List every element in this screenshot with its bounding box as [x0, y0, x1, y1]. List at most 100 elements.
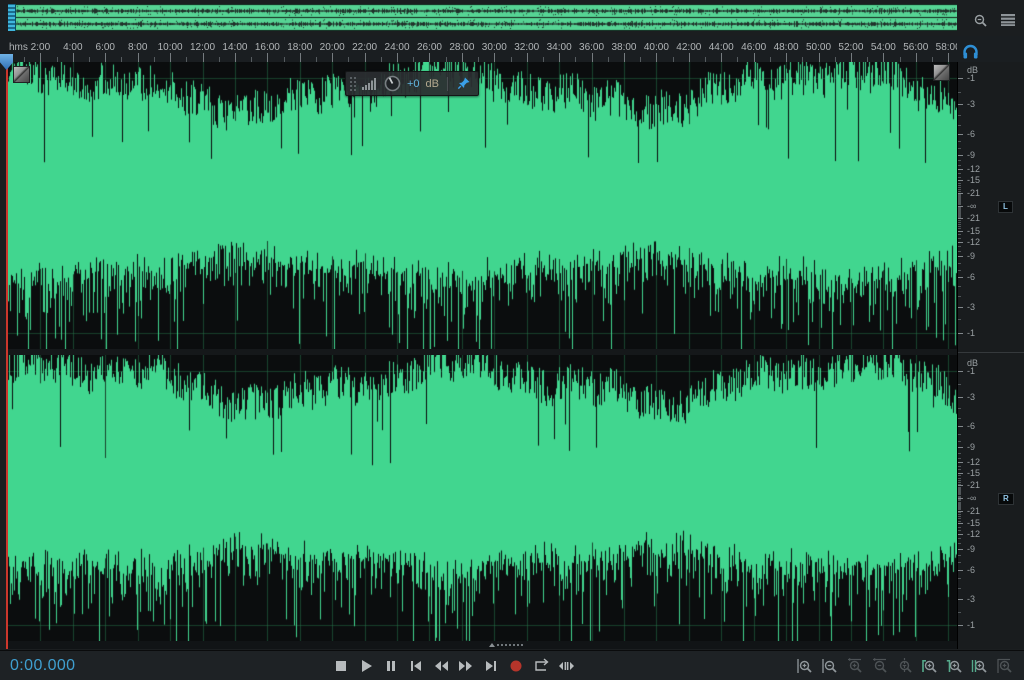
- zoom-in-at-in-point-button[interactable]: [921, 657, 941, 675]
- corner-handle-icon[interactable]: [13, 66, 30, 83]
- menu-icon[interactable]: [1000, 13, 1016, 27]
- scroll-strip[interactable]: [8, 641, 957, 649]
- time-display[interactable]: 0:00.000: [10, 657, 75, 675]
- overview-waveform[interactable]: [8, 4, 957, 31]
- db-tick-minor: [958, 504, 961, 505]
- db-tick-major: [958, 570, 963, 571]
- db-tick-minor: [958, 228, 961, 229]
- overview-panel[interactable]: [8, 4, 957, 31]
- db-scale-label: -9: [967, 442, 975, 452]
- db-tick-major: [958, 333, 963, 334]
- ruler-tick-major: [235, 53, 236, 62]
- ruler-tick-label: 30:00: [482, 42, 507, 53]
- ruler-tick-major: [138, 53, 139, 62]
- transport-controls: [330, 656, 576, 676]
- skip-back-icon: [407, 662, 425, 677]
- fast-forward-button[interactable]: [455, 656, 476, 676]
- zoom-in-time-button[interactable]: [846, 657, 866, 675]
- ruler-tick-label: 56:00: [903, 42, 928, 53]
- db-tick-minor: [958, 185, 961, 186]
- db-scale-label: -3: [967, 99, 975, 109]
- db-tick-minor: [958, 384, 961, 385]
- db-tick-major: [958, 307, 963, 308]
- scroll-arrow-icon[interactable]: [489, 643, 495, 647]
- rewind-icon: [432, 662, 450, 677]
- playhead-line[interactable]: [6, 62, 8, 649]
- db-scale-label: -15: [967, 226, 980, 236]
- db-tick-minor: [958, 521, 961, 522]
- zoom-out-time-button[interactable]: [871, 657, 891, 675]
- gain-knob-icon[interactable]: [384, 75, 401, 92]
- db-scale-label: -6: [967, 421, 975, 431]
- zoom-out-amplitude-button[interactable]: [821, 657, 841, 675]
- zoom-full-icon: [996, 662, 1016, 677]
- zoom-to-selection-button[interactable]: [971, 657, 991, 675]
- ruler-tick-label: 10:00: [158, 42, 183, 53]
- ruler-tick-label: 44:00: [709, 42, 734, 53]
- db-scale-label: -∞: [967, 201, 976, 211]
- db-tick-major: [958, 180, 963, 181]
- ruler-tick-label: 16:00: [255, 42, 280, 53]
- ruler-tick-major: [883, 53, 884, 62]
- headphones-icon[interactable]: [962, 44, 979, 59]
- ruler-tick-major: [494, 53, 495, 62]
- pause-icon: [382, 662, 400, 677]
- db-scale-label: -9: [967, 251, 975, 261]
- timeline-ruler[interactable]: hms 2:004:006:008:0010:0012:0014:0016:00…: [0, 36, 957, 62]
- db-tick-minor: [958, 499, 961, 500]
- zoom-full-button[interactable]: [996, 657, 1016, 675]
- ruler-tick-major: [527, 53, 528, 62]
- record-button[interactable]: [505, 656, 526, 676]
- volume-hud[interactable]: +0 dB: [345, 71, 479, 96]
- db-tick-minor: [958, 588, 961, 589]
- db-tick-minor: [958, 506, 961, 507]
- skip-forward-icon: [482, 662, 500, 677]
- db-scale-label: -9: [967, 544, 975, 554]
- hud-drag-handle[interactable]: [350, 77, 356, 91]
- move-playhead-to-next-button[interactable]: [480, 656, 501, 676]
- channel-badge-r[interactable]: R: [998, 493, 1014, 505]
- stop-button[interactable]: [330, 656, 351, 676]
- pause-button[interactable]: [380, 656, 401, 676]
- zoom-in-icon: [846, 662, 866, 677]
- zoom-in-amplitude-button[interactable]: [796, 657, 816, 675]
- waveform-right-channel[interactable]: [8, 355, 957, 641]
- db-tick-minor: [958, 508, 961, 509]
- zoom-in-at-out-point-button[interactable]: [946, 657, 966, 675]
- db-scale-label: -1: [967, 366, 975, 376]
- loop-icon: [532, 662, 550, 677]
- ruler-tick-label: 26:00: [417, 42, 442, 53]
- loop-playback-button[interactable]: [530, 656, 551, 676]
- overview-playhead-indicator[interactable]: [8, 4, 16, 31]
- stop-icon: [332, 662, 350, 677]
- rewind-button[interactable]: [430, 656, 451, 676]
- zoom-out-icon[interactable]: [971, 12, 991, 28]
- gain-value[interactable]: +0: [407, 78, 420, 90]
- drag-handle[interactable]: [497, 644, 523, 646]
- db-tick-minor: [958, 418, 961, 419]
- play-button[interactable]: [355, 656, 376, 676]
- skip-selection-button[interactable]: [555, 656, 576, 676]
- ruler-tick-label: 22:00: [352, 42, 377, 53]
- corner-handle-icon[interactable]: [933, 64, 950, 81]
- db-tick-minor: [958, 502, 961, 503]
- db-tick-minor: [958, 211, 961, 212]
- db-tick-minor: [958, 173, 961, 174]
- db-tick-minor: [958, 469, 961, 470]
- ruler-tick-label: 46:00: [741, 42, 766, 53]
- db-tick-minor: [958, 220, 961, 221]
- record-icon: [507, 662, 525, 677]
- db-tick-minor: [958, 226, 961, 227]
- zoom-out-full-button[interactable]: [896, 657, 916, 675]
- move-playhead-to-previous-button[interactable]: [405, 656, 426, 676]
- db-tick-minor: [958, 434, 961, 435]
- channel-badge-l[interactable]: L: [998, 201, 1013, 213]
- waveform-left-channel[interactable]: [8, 62, 957, 349]
- ruler-tick-label: 40:00: [644, 42, 669, 53]
- db-tick-major: [958, 462, 963, 463]
- db-tick-minor: [958, 319, 961, 320]
- db-scale-label: -12: [967, 237, 980, 247]
- db-tick-minor: [958, 408, 961, 409]
- pin-icon[interactable]: [456, 76, 471, 91]
- db-tick-minor: [958, 480, 961, 481]
